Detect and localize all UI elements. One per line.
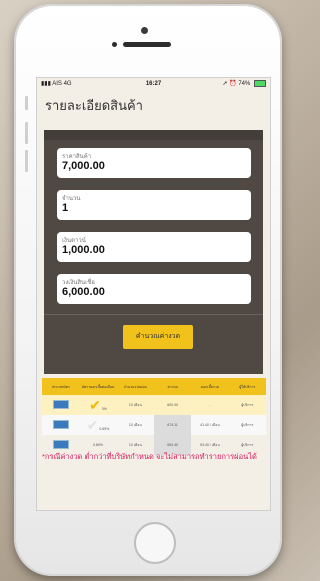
field-value: 7,000.00 <box>62 160 105 172</box>
loan-form-panel: ราคาสินค้า 7,000.00 จำนวน 1 เงินดาวน์ 1,… <box>44 130 263 374</box>
header-term: จำนวนงวดผ่อน <box>123 384 147 389</box>
table-cell: ผู้บริการ <box>241 423 254 427</box>
table-cell: 41.40 / เดือน <box>200 423 220 427</box>
table-cell <box>42 440 79 450</box>
field-value: 1 <box>62 202 69 214</box>
field-value: 1,000.00 <box>62 244 105 256</box>
table-cell <box>42 400 79 410</box>
panel-header-strip <box>44 130 263 140</box>
quantity-field[interactable]: จำนวน 1 <box>57 190 251 220</box>
bank-card-icon <box>52 400 69 409</box>
table-cell: - <box>209 403 211 407</box>
credit-limit-field[interactable]: วงเงินสินเชื่อ 6,000.00 <box>57 274 251 304</box>
check-icon: ✔ <box>86 417 99 433</box>
product-price-field[interactable]: ราคาสินค้า 7,000.00 <box>57 148 251 178</box>
sensor <box>112 42 117 47</box>
front-camera <box>141 27 148 34</box>
phone-frame: ▮▮▮ AIS 4G 16:27 ➚ ⏰ 74% รายละเอียดสินค้… <box>14 4 282 576</box>
home-button[interactable] <box>134 522 176 564</box>
location-icon: ➚ <box>222 81 228 87</box>
battery-icon <box>254 79 266 87</box>
mute-switch <box>25 96 28 110</box>
table-cell: 600.00 <box>167 403 178 407</box>
table-cell: 10 เดือน <box>128 403 142 407</box>
rate-value: 0% <box>101 407 107 411</box>
table-cell <box>42 420 79 430</box>
volume-down-button <box>25 150 28 172</box>
app-screen: ▮▮▮ AIS 4G 16:27 ➚ ⏰ 74% รายละเอียดสินค้… <box>36 77 271 511</box>
table-row[interactable]: ✔ 0% 10 เดือน 600.00 - ผู้บริการ <box>42 395 266 415</box>
battery-percent: 74% <box>238 81 251 87</box>
table-cell: 10 เดือน <box>128 423 142 427</box>
status-bar: ▮▮▮ AIS 4G 16:27 ➚ ⏰ 74% <box>37 78 270 90</box>
installment-table: ประเภทบัตร อัตราดอกเบี้ยต่อเดือน จำนวนงว… <box>42 378 266 455</box>
rate-value: 0.69% <box>99 427 110 431</box>
page-title: รายละเอียดสินค้า <box>45 99 143 114</box>
earpiece-speaker <box>123 42 171 47</box>
table-row[interactable]: ✔ 0.69% 10 เดือน 674.11 41.40 / เดือน ผู… <box>42 415 266 435</box>
table-cell: ✔ 0.69% <box>79 418 116 432</box>
header-card-type: ประเภทบัตร <box>51 384 70 389</box>
table-cell: 674.11 <box>153 415 192 435</box>
battery-status: ➚ ⏰ 74% <box>222 78 266 90</box>
calculate-installment-button[interactable]: คำนวณค่างวด <box>123 325 193 349</box>
down-payment-field[interactable]: เงินดาวน์ 1,000.00 <box>57 232 251 262</box>
header-provider: ผู้ให้บริการ <box>239 384 256 389</box>
table-cell: 53.40 / เดือน <box>200 443 220 447</box>
panel-divider <box>44 314 263 315</box>
table-cell: ✔ 0% <box>79 398 116 412</box>
table-header: ประเภทบัตร อัตราดอกเบี้ยต่อเดือน จำนวนงว… <box>42 378 266 395</box>
volume-up-button <box>25 122 28 144</box>
header-interest: ดอกเบี้ยรวม <box>200 384 220 389</box>
alarm-icon: ⏰ <box>229 81 237 87</box>
check-icon: ✔ <box>89 397 101 413</box>
table-cell: ผู้บริการ <box>241 403 254 407</box>
bank-card-icon <box>52 440 69 449</box>
header-rate: อัตราดอกเบี้ยต่อเดือน <box>81 384 115 389</box>
table-cell: 10 เดือน <box>128 443 142 447</box>
installment-note: *กรณีค่างวด ต่ำกว่าที่บริษัทกำหนด จะไม่ส… <box>42 452 257 461</box>
table-cell: ผู้บริการ <box>241 443 254 447</box>
header-installment: ค่างวด <box>167 384 178 389</box>
bank-card-icon <box>52 420 69 429</box>
field-value: 6,000.00 <box>62 286 105 298</box>
table-cell: 0.89% <box>93 443 103 447</box>
